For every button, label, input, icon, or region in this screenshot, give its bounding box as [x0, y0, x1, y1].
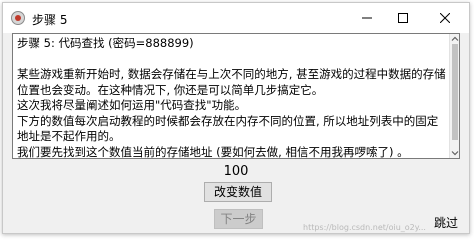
scroll-down-arrow-icon[interactable] — [451, 149, 459, 157]
current-value-label: 100 — [223, 164, 249, 179]
tutorial-window: 步骤 5 步骤 5: 代码查找 (密码=888899) 某些游戏重新开始时, 数… — [2, 2, 470, 234]
scrollbar-thumb[interactable] — [452, 44, 458, 140]
change-value-button[interactable]: 改变数值 — [204, 182, 272, 202]
minimize-button[interactable] — [349, 3, 385, 33]
close-button[interactable] — [427, 3, 463, 33]
scroll-up-arrow-icon[interactable] — [451, 35, 459, 43]
instructions-textbox[interactable]: 步骤 5: 代码查找 (密码=888899) 某些游戏重新开始时, 数据会存储在… — [12, 33, 460, 159]
maximize-icon — [398, 13, 408, 23]
skip-link[interactable]: 跳过 — [434, 214, 458, 231]
vertical-scrollbar[interactable] — [449, 34, 459, 158]
cheat-engine-icon — [11, 11, 25, 25]
watermark-text: https://blog.csdn.net/oiu_o2y... — [303, 223, 426, 232]
next-step-button[interactable]: 下一步 — [214, 209, 263, 229]
minimize-icon — [362, 17, 372, 19]
instructions-text: 步骤 5: 代码查找 (密码=888899) 某些游戏重新开始时, 数据会存储在… — [17, 36, 446, 159]
window-title: 步骤 5 — [32, 13, 68, 27]
close-icon — [439, 12, 451, 24]
maximize-button[interactable] — [385, 3, 421, 33]
title-bar[interactable]: 步骤 5 — [3, 3, 469, 33]
